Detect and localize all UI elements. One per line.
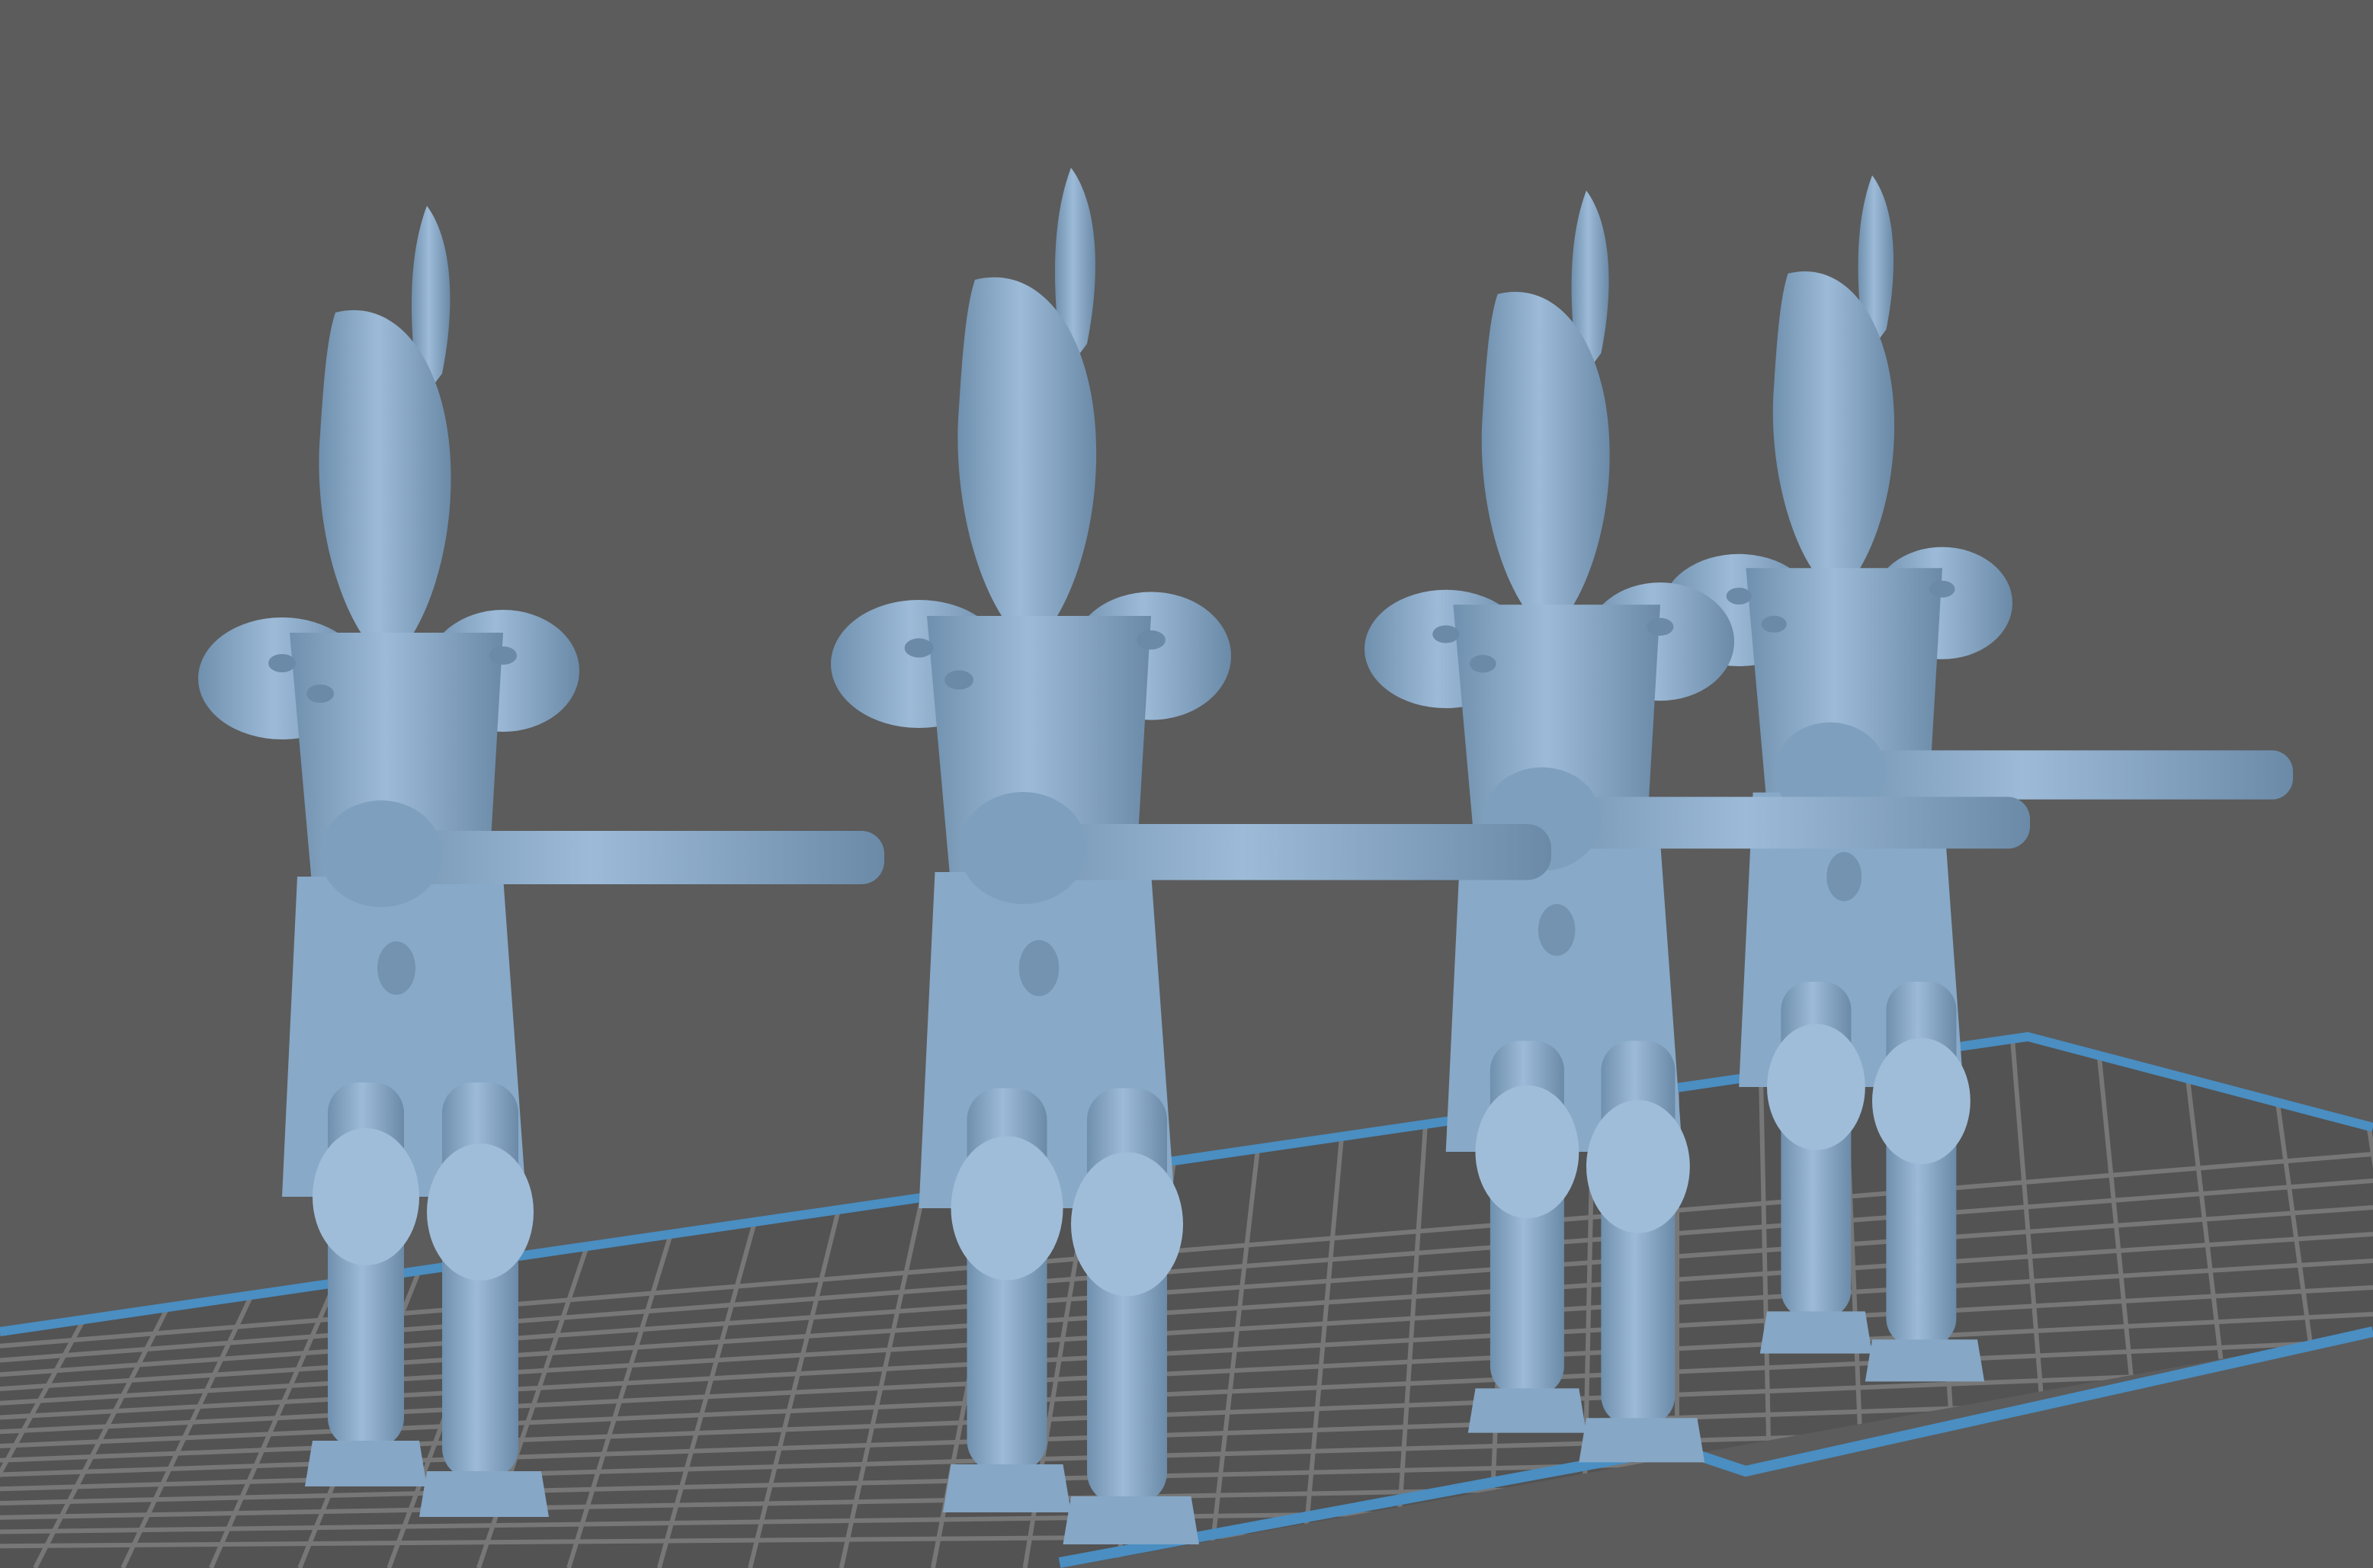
3d-viewport[interactable]: [0, 0, 2373, 1568]
